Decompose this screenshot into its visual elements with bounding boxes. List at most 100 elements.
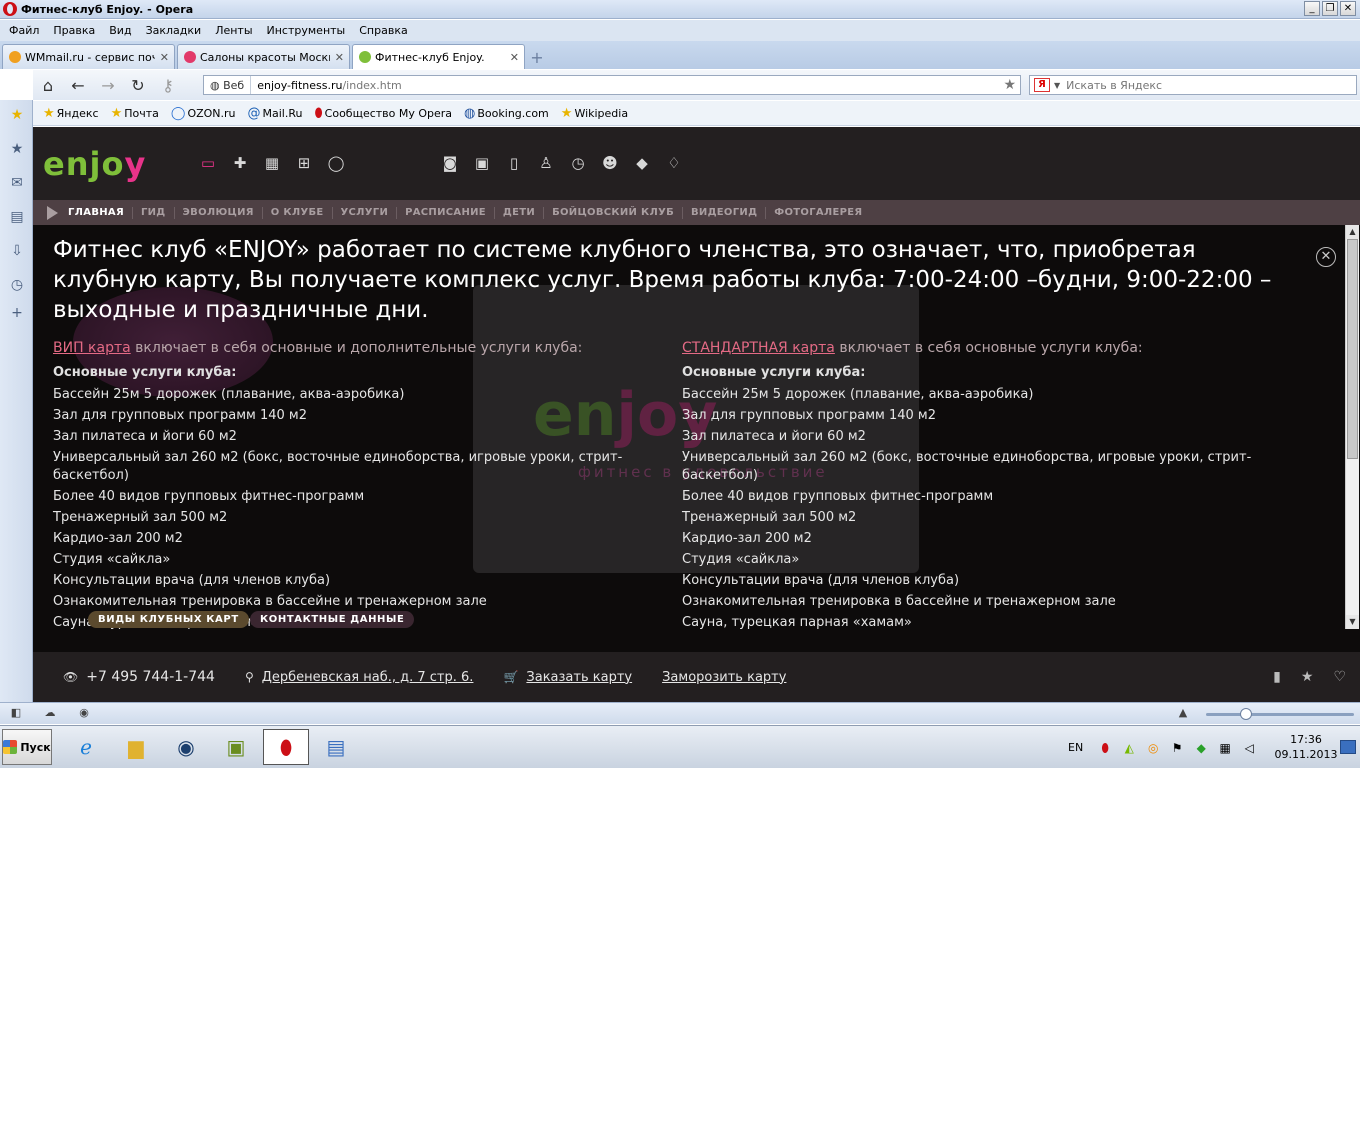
search-input[interactable] <box>1066 78 1347 92</box>
clock-icon[interactable]: ◷ <box>568 153 588 173</box>
clock[interactable]: 17:36 09.11.2013 <box>1270 732 1342 762</box>
nav-about[interactable]: О КЛУБЕ <box>261 206 332 219</box>
tab-wmmail[interactable]: WMmail.ru - сервис поч… ✕ <box>2 44 175 69</box>
bookmark-booking[interactable]: ◍ Booking.com <box>464 106 549 121</box>
bookmark-myopera[interactable]: ⬮ Сообщество My Opera <box>314 106 452 121</box>
notes-panel-icon[interactable]: ▤ <box>8 208 26 226</box>
turbo-icon[interactable]: ☁ <box>42 706 58 720</box>
phone-icon[interactable]: ▮ <box>1273 669 1281 685</box>
nav-kids[interactable]: ДЕТИ <box>493 206 543 219</box>
person-icon[interactable]: ♙ <box>536 153 556 173</box>
camera-icon[interactable]: ◙ <box>440 153 460 173</box>
hp-icon[interactable]: ◉ <box>163 729 209 765</box>
site-info[interactable]: ◍ Веб <box>204 76 252 94</box>
key-icon[interactable]: ⚷ <box>153 76 183 95</box>
menu-view[interactable]: Вид <box>102 24 138 37</box>
favorites-panel-icon[interactable]: ★ <box>8 140 26 158</box>
nvidia-icon[interactable]: ◭ <box>1121 740 1137 756</box>
chat-icon[interactable]: ◯ <box>326 153 346 173</box>
nav-services[interactable]: УСЛУГИ <box>331 206 397 219</box>
forward-icon[interactable]: → <box>93 76 123 95</box>
volume-icon[interactable]: ◁ <box>1241 740 1257 756</box>
menu-tools[interactable]: Инструменты <box>260 24 353 37</box>
yandex-icon[interactable]: Я <box>1034 78 1050 92</box>
footer-freeze[interactable]: Заморозить карту <box>662 670 786 685</box>
internet-explorer-icon[interactable]: ℯ <box>63 729 109 765</box>
tab-close-icon[interactable]: ✕ <box>510 51 519 64</box>
nav-evolution[interactable]: ЭВОЛЮЦИЯ <box>173 206 262 219</box>
tab-close-icon[interactable]: ✕ <box>335 51 344 64</box>
diamond-icon[interactable]: ◆ <box>632 153 652 173</box>
speed-dial-icon[interactable]: ◉ <box>76 706 92 720</box>
opera-taskbar-icon[interactable]: ⬮ <box>263 729 309 765</box>
search-box[interactable]: Я ▼ <box>1029 75 1357 95</box>
bookmark-mail[interactable]: ★ Почта <box>111 106 159 121</box>
new-tab-icon[interactable]: + <box>527 47 547 69</box>
add-panel-icon[interactable]: + <box>8 304 26 322</box>
back-icon[interactable]: ← <box>63 76 93 95</box>
card-icon[interactable]: ▭ <box>198 153 218 173</box>
flag-icon[interactable]: ⚑ <box>1169 740 1185 756</box>
contacts-button[interactable]: КОНТАКТНЫЕ ДАННЫЕ <box>250 611 415 628</box>
zoom-arrow-icon[interactable]: ▲ <box>1175 706 1191 720</box>
update-icon[interactable]: ◆ <box>1193 740 1209 756</box>
address-link[interactable]: Дербеневская наб., д. 7 стр. 6. <box>262 670 474 685</box>
document-icon[interactable]: ▤ <box>313 729 359 765</box>
nav-schedule[interactable]: РАСПИСАНИЕ <box>396 206 494 219</box>
show-desktop-icon[interactable] <box>1340 740 1356 754</box>
network-icon[interactable]: ▦ <box>1217 740 1233 756</box>
bottle-icon[interactable]: ▯ <box>504 153 524 173</box>
folder-icon[interactable]: ▆ <box>113 729 159 765</box>
tiger-icon[interactable]: ☻ <box>600 153 620 173</box>
menu-bookmarks[interactable]: Закладки <box>139 24 209 37</box>
footer-order[interactable]: 🛒 Заказать карту <box>503 670 632 685</box>
url-text[interactable]: enjoy-fitness.ru/index.htm <box>251 79 402 92</box>
nav-guide[interactable]: ГИД <box>131 206 174 219</box>
drop-icon[interactable]: ♢ <box>664 153 684 173</box>
building-icon[interactable]: ⊞ <box>294 153 314 173</box>
nav-video-guide[interactable]: ВИДЕОГИД <box>682 206 765 219</box>
enjoy-logo[interactable]: enjoy <box>43 145 146 183</box>
nav-photo-gallery[interactable]: ФОТОГАЛЕРЕЯ <box>765 206 870 219</box>
scroll-down-icon[interactable]: ▼ <box>1346 615 1359 629</box>
nav-main[interactable]: ГЛАВНАЯ <box>68 207 132 219</box>
bookmarks-panel-icon[interactable]: ★ <box>8 106 26 124</box>
download-manager-icon[interactable]: ▣ <box>213 729 259 765</box>
overlay-scrollbar[interactable]: ▲ ▼ <box>1345 225 1359 629</box>
card-types-button[interactable]: ВИДЫ КЛУБНЫХ КАРТ <box>88 611 249 628</box>
freeze-card-link[interactable]: Заморозить карту <box>662 670 786 685</box>
bookmark-wikipedia[interactable]: ★ Wikipedia <box>561 106 628 121</box>
downloads-panel-icon[interactable]: ⇩ <box>8 242 26 260</box>
bookmark-yandex[interactable]: ★ Яндекс <box>43 106 99 121</box>
video-icon[interactable]: ▣ <box>472 153 492 173</box>
star-icon[interactable]: ★ <box>1301 669 1314 685</box>
close-button[interactable]: ✕ <box>1340 1 1356 16</box>
menu-edit[interactable]: Правка <box>46 24 102 37</box>
opera-tray-icon[interactable]: ⬮ <box>1097 740 1113 756</box>
order-card-link[interactable]: Заказать карту <box>526 670 632 685</box>
scroll-thumb[interactable] <box>1347 239 1358 459</box>
heart-icon[interactable]: ♡ <box>1333 669 1346 685</box>
bookmark-star-icon[interactable]: ★ <box>1003 77 1016 93</box>
panel-toggle-icon[interactable]: ◧ <box>8 706 24 720</box>
plus-icon[interactable]: ✚ <box>230 153 250 173</box>
footer-address[interactable]: ⚲ Дербеневская наб., д. 7 стр. 6. <box>245 670 473 685</box>
home-icon[interactable]: ⌂ <box>33 76 63 95</box>
chevron-down-icon[interactable]: ▼ <box>1054 81 1060 90</box>
tab-close-icon[interactable]: ✕ <box>160 51 169 64</box>
address-field[interactable]: ◍ Веб enjoy-fitness.ru/index.htm ★ <box>203 75 1021 95</box>
reload-icon[interactable]: ↻ <box>123 76 153 95</box>
vip-card-link[interactable]: ВИП карта <box>53 340 131 356</box>
zoom-slider-handle[interactable] <box>1240 708 1252 720</box>
menu-feeds[interactable]: Ленты <box>208 24 259 37</box>
close-overlay-icon[interactable]: ✕ <box>1316 247 1336 267</box>
minimize-button[interactable]: _ <box>1304 1 1320 16</box>
tab-salons[interactable]: Салоны красоты Москв… ✕ <box>177 44 350 69</box>
schedule-grid-icon[interactable]: ▦ <box>262 153 282 173</box>
bookmark-mailru[interactable]: @ Mail.Ru <box>248 106 303 121</box>
start-button[interactable]: Пуск <box>2 729 52 765</box>
bookmark-ozon[interactable]: ◯ OZON.ru <box>171 106 236 121</box>
tab-enjoy[interactable]: Фитнес-клуб Enjoy. ✕ <box>352 44 525 69</box>
restore-button[interactable]: ❐ <box>1322 1 1338 16</box>
scroll-up-icon[interactable]: ▲ <box>1346 225 1359 239</box>
